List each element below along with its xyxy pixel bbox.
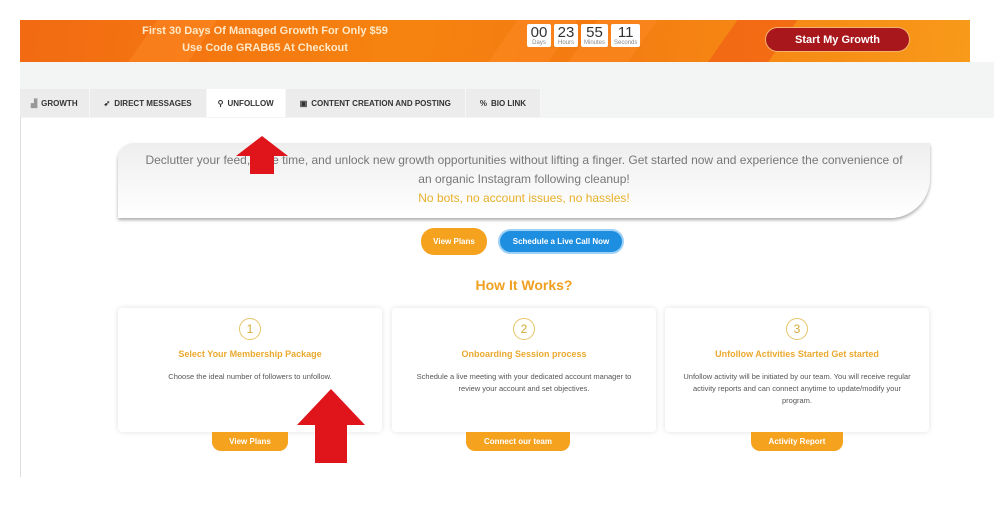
timer-seconds: 11 Seconds xyxy=(611,24,641,47)
promo-text: First 30 Days Of Managed Growth For Only… xyxy=(120,23,410,57)
hero-tagline: No bots, no account issues, no hassles! xyxy=(418,191,630,205)
tab-growth[interactable]: ▟ GROWTH xyxy=(20,89,90,117)
timer-minutes: 55 Minutes xyxy=(581,24,609,47)
activity-report-button[interactable]: Activity Report xyxy=(751,432,843,451)
tab-bio-link[interactable]: % BIO LINK xyxy=(465,89,542,117)
tab-content-creation[interactable]: ▣ CONTENT CREATION AND POSTING xyxy=(285,89,466,117)
start-my-growth-button[interactable]: Start My Growth xyxy=(765,27,910,52)
tab-bar: ▟ GROWTH ➶ DIRECT MESSAGES ⚲ UNFOLLOW ▣ CONT… xyxy=(20,89,542,117)
schedule-call-button[interactable]: Schedule a Live Call Now xyxy=(498,229,624,254)
promo-line-2: Use Code GRAB65 At Checkout xyxy=(182,42,348,54)
chart-icon: ▟ xyxy=(31,98,38,108)
red-arrow-icon xyxy=(297,389,365,463)
card-view-plans-button[interactable]: View Plans xyxy=(212,432,288,451)
tab-unfollow[interactable]: ⚲ UNFOLLOW xyxy=(206,89,286,117)
link-icon: % xyxy=(479,98,487,108)
how-it-works-title: How It Works? xyxy=(475,277,573,293)
timer-days: 00 Days xyxy=(527,24,551,47)
user-minus-icon: ⚲ xyxy=(217,98,224,108)
tab-direct-messages[interactable]: ➶ DIRECT MESSAGES xyxy=(89,89,207,117)
step-card-3: 3 Unfollow Activities Started Get started… xyxy=(665,308,929,432)
promo-line-1: First 30 Days Of Managed Growth For Only… xyxy=(142,25,388,37)
document-icon: ▣ xyxy=(299,98,308,108)
connect-team-button[interactable]: Connect our team xyxy=(466,432,570,451)
step-card-2: 2 Onboarding Session process Schedule a li… xyxy=(392,308,656,432)
timer-hours: 23 Hours xyxy=(554,24,578,47)
view-plans-button[interactable]: View Plans xyxy=(421,228,487,255)
promo-banner: First 30 Days Of Managed Growth For Only… xyxy=(20,20,970,62)
red-arrow-icon xyxy=(236,136,288,174)
send-icon: ➶ xyxy=(103,98,111,108)
countdown-timer: 00 Days 23 Hours 55 Minutes 11 Seconds xyxy=(527,24,641,47)
